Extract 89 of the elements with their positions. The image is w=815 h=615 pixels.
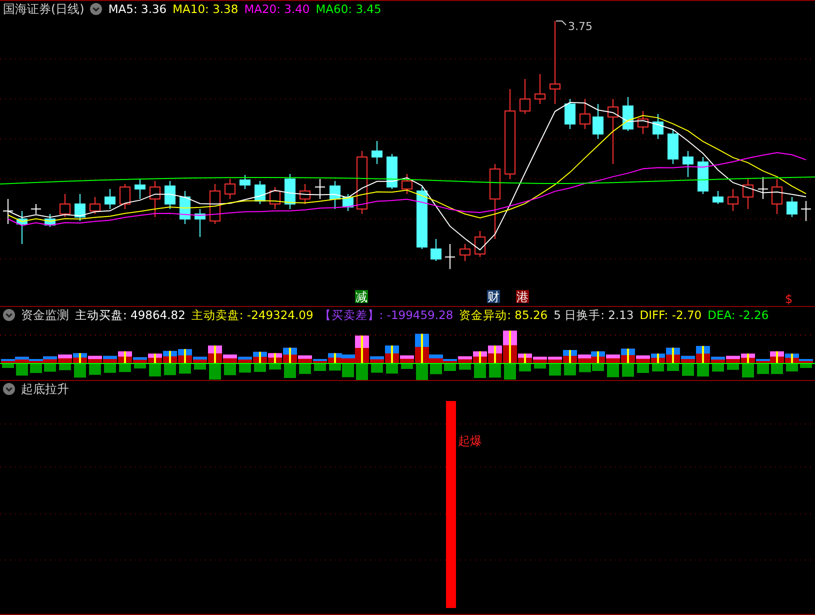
money-flow-bar	[253, 352, 267, 372]
candlestick	[342, 194, 354, 212]
candlestick	[30, 204, 42, 214]
candlestick	[534, 74, 546, 104]
candlestick	[356, 150, 368, 214]
money-flow-bar	[651, 354, 665, 372]
candlestick	[444, 244, 456, 270]
panel-title: 资金监测	[21, 306, 69, 324]
candlestick	[786, 196, 798, 218]
candlestick	[150, 180, 160, 218]
money-flow-bar	[666, 348, 680, 371]
candlestick	[402, 174, 412, 194]
panel-title: 起底拉升	[21, 380, 69, 398]
candlestick	[60, 194, 70, 218]
candlestick	[270, 186, 280, 210]
candlestick	[2, 198, 14, 224]
candlestick	[180, 190, 190, 224]
indicator-value: 资金异动: 85.26	[459, 308, 548, 322]
candlestick	[460, 244, 470, 262]
candlestick	[728, 188, 738, 212]
candlestick	[580, 98, 590, 130]
candlestick	[772, 178, 782, 214]
collapse-icon[interactable]	[3, 383, 15, 395]
indicator-value: MA5: 3.36	[108, 2, 167, 16]
collapse-icon[interactable]	[90, 3, 102, 15]
indicator-value: MA20: 3.40	[244, 2, 310, 16]
collapse-icon[interactable]	[3, 309, 15, 321]
indicator-value: 主动买盘: 49864.82	[75, 308, 186, 322]
chart-title: 国海证券(日线)	[3, 0, 84, 18]
event-marker[interactable]: 减	[355, 290, 368, 304]
candlestick	[240, 174, 250, 190]
candlestick	[134, 178, 146, 200]
candlestick	[698, 156, 708, 194]
currency-marker[interactable]: $	[785, 292, 793, 306]
candlestick	[416, 186, 428, 250]
money-flow-bar	[578, 354, 592, 372]
candlestick	[608, 98, 618, 164]
signal-label: 起爆	[458, 434, 482, 448]
event-marker[interactable]: 港	[516, 290, 529, 304]
candlestick	[254, 180, 266, 204]
candlestick	[300, 184, 310, 204]
indicator-value: MA60: 3.45	[316, 2, 382, 16]
money-flow-bar	[591, 351, 605, 372]
candlestick	[74, 194, 86, 222]
candlestick	[120, 184, 130, 210]
indicator-value: 主动卖盘: -249324.09	[191, 308, 314, 322]
money-flow-bar	[29, 359, 43, 373]
candlestick	[638, 110, 648, 134]
candlestick	[592, 104, 604, 140]
money-flow-bar	[606, 354, 620, 378]
money-flow-bar	[163, 350, 177, 376]
candlestick	[164, 180, 176, 210]
candlestick	[520, 78, 530, 114]
candlestick	[16, 210, 28, 244]
money-flow-bar	[88, 356, 102, 375]
high-price-label: 3.75	[568, 20, 592, 33]
candlestick	[800, 200, 812, 222]
candlestick	[564, 98, 576, 130]
candlestick	[224, 178, 236, 200]
candlestick	[474, 230, 486, 258]
candlestick	[314, 178, 326, 200]
candlestick	[742, 178, 754, 210]
event-marker[interactable]: 财	[487, 290, 500, 304]
money-flow-bar	[103, 356, 117, 373]
candlestick	[652, 114, 664, 140]
candlestick	[622, 96, 634, 132]
leader-line	[556, 20, 566, 26]
candlestick	[194, 208, 206, 238]
indicator-value: DIFF: -2.70	[640, 308, 702, 322]
candlestick	[712, 190, 724, 204]
candlestick	[284, 174, 296, 210]
candlestick	[682, 150, 694, 178]
money-flow-bar	[563, 350, 577, 376]
candlestick	[90, 196, 100, 214]
candlestick	[758, 176, 768, 200]
money-flow-bar	[43, 356, 57, 372]
candlestick	[386, 154, 398, 190]
indicator-value: MA10: 3.38	[172, 2, 238, 16]
money-flow-bar	[238, 356, 252, 373]
candlestick	[430, 238, 442, 262]
indicator-value: DEA: -2.26	[708, 308, 769, 322]
indicator-value: 5 日换手: 2.13	[554, 308, 634, 322]
candlestick	[330, 180, 340, 210]
candlestick	[104, 188, 116, 210]
candlestick	[44, 214, 56, 228]
candlestick	[372, 140, 382, 164]
candlestick	[668, 128, 678, 164]
indicator-value: 【买卖差】: -199459.28	[319, 308, 454, 322]
candlestick	[210, 184, 220, 224]
